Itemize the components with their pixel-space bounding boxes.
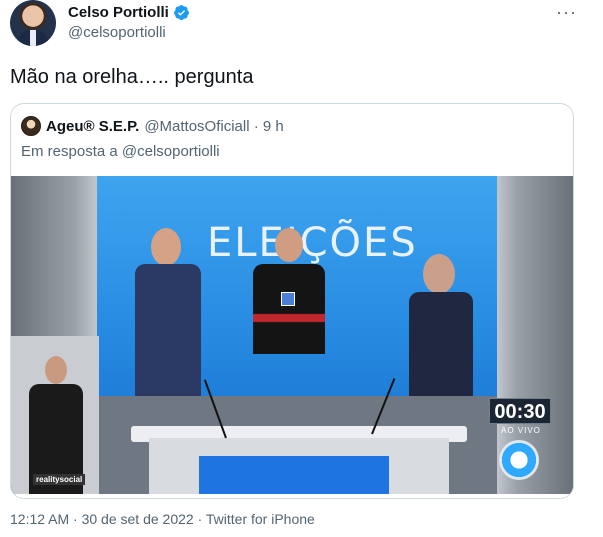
candidate-left-head (151, 228, 181, 266)
podium-panel (199, 456, 389, 494)
avatar[interactable] (10, 0, 56, 46)
avatar-shirt (30, 30, 36, 46)
author-name[interactable]: Celso Portiolli (68, 4, 169, 21)
author-handle[interactable]: @celsoportiolli (68, 24, 166, 41)
presenter-body (253, 264, 325, 354)
more-options-icon[interactable]: ··· (556, 2, 577, 23)
broadcaster-logo-icon (499, 440, 539, 480)
live-label: AO VIVO (501, 426, 541, 435)
quoted-author-handle[interactable]: @MattosOficiall · 9 h (144, 118, 283, 135)
tweet-meta[interactable]: 12:12 AM · 30 de set de 2022 · Twitter f… (10, 511, 315, 527)
verified-badge-icon (173, 5, 189, 21)
quoted-tweet[interactable]: Ageu® S.E.P. @MattosOficiall · 9 h Em re… (10, 103, 574, 499)
watermark-label: realitysocial (33, 474, 86, 485)
tweet-text: Mão na orelha….. pergunta (10, 66, 254, 88)
quoted-video[interactable]: ELEIÇÕES realitysocial 00:30 AO VIVO (11, 176, 573, 494)
quoted-header: Ageu® S.E.P. @MattosOficiall · 9 h (21, 116, 284, 136)
tweet: Celso Portiolli @celsoportiolli ··· Mão … (0, 0, 603, 537)
author-row: Celso Portiolli (68, 4, 190, 21)
sign-language-interpreter-box (11, 336, 99, 494)
countdown-timer: 00:30 (489, 398, 551, 424)
candidate-right-head (423, 254, 455, 294)
quoted-author-name[interactable]: Ageu® S.E.P. (46, 118, 139, 135)
presenter-head (275, 228, 303, 262)
quoted-reply-to: Em resposta a @celsoportiolli (21, 143, 220, 160)
presenter (249, 228, 329, 358)
presenter-mic-flag (281, 292, 295, 306)
interpreter-head (45, 356, 67, 384)
quoted-avatar[interactable] (21, 116, 41, 136)
